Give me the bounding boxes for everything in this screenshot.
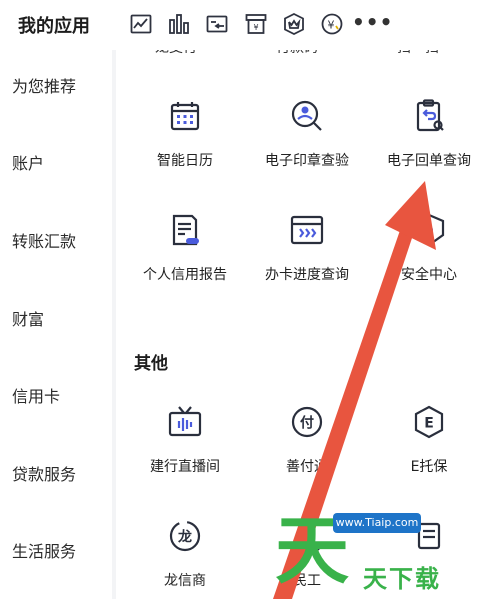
- app-tile-label: 建行直播间: [150, 459, 220, 475]
- svg-text:¥: ¥: [328, 19, 335, 32]
- app-tile-security-center[interactable]: 安全中心: [368, 212, 481, 312]
- receipt-search-icon: [411, 98, 447, 134]
- tv-live-icon: [167, 404, 203, 440]
- app-tile-e-tuobao[interactable]: E E托保: [368, 404, 481, 504]
- app-tile-label: 办卡进度查询: [265, 267, 349, 283]
- app-tile-label: 龙信商: [164, 573, 206, 589]
- card-progress-icon: [289, 212, 325, 248]
- app-tile-label: 个人信用报告: [143, 267, 227, 283]
- app-tile-credit-report[interactable]: 个人信用报告: [124, 212, 246, 312]
- app-header: 我的应用 ¥ ¥ •••: [0, 0, 481, 50]
- sidebar-item-account[interactable]: 账户: [12, 149, 108, 179]
- bill-icon[interactable]: ¥: [244, 12, 268, 36]
- app-tile-label: 善付通: [286, 459, 328, 475]
- svg-text:¥: ¥: [253, 23, 258, 32]
- crown-shield-icon[interactable]: [282, 12, 306, 36]
- app-tile-label: 智能日历: [157, 153, 213, 169]
- watermark-text: 天下载: [363, 565, 441, 593]
- app-tile-label: 安全中心: [401, 267, 457, 283]
- sidebar-item-loan[interactable]: 贷款服务: [12, 460, 108, 490]
- sidebar-item-recommend[interactable]: 为您推荐: [12, 72, 108, 102]
- app-tile-label: 电子印章查验: [265, 153, 349, 169]
- transfer-card-icon[interactable]: [205, 12, 229, 36]
- svg-text:付: 付: [300, 415, 314, 432]
- app-tile-longxinshang[interactable]: 龙 龙信商: [124, 518, 246, 599]
- sidebar-item-transfer[interactable]: 转账汇款: [12, 227, 108, 257]
- app-tile-smart-calendar[interactable]: 智能日历: [124, 98, 246, 198]
- svg-text:E: E: [424, 416, 434, 432]
- sidebar-item-wealth[interactable]: 财富: [12, 305, 108, 335]
- app-tile-live-room[interactable]: 建行直播间: [124, 404, 246, 504]
- app-tile-receipt-query[interactable]: 电子回单查询: [368, 98, 481, 198]
- bar-chart-icon[interactable]: [167, 12, 191, 36]
- yuan-coin-icon[interactable]: ¥: [320, 12, 344, 36]
- pay-badge-icon: 付: [289, 404, 325, 440]
- e-badge-icon: E: [411, 404, 447, 440]
- sidebar-divider: [112, 50, 116, 599]
- section-title-other: 其他: [134, 354, 168, 374]
- dragon-icon: 龙: [167, 518, 203, 554]
- category-sidebar: 为您推荐 账户 转账汇款 财富 信用卡 贷款服务 生活服务: [0, 50, 112, 599]
- app-tile-shanfutong[interactable]: 付 善付通: [246, 404, 368, 504]
- calendar-icon: [167, 98, 203, 134]
- watermark: 天 www.Tiaip.com 天下载: [275, 509, 475, 597]
- shield-icon: [411, 212, 447, 248]
- page-title: 我的应用: [18, 16, 90, 37]
- svg-text:龙: 龙: [177, 529, 192, 546]
- watermark-url: www.Tiaip.com: [333, 513, 421, 533]
- app-tile-card-progress[interactable]: 办卡进度查询: [246, 212, 368, 312]
- app-tile-label: E托保: [410, 459, 448, 475]
- more-button[interactable]: •••: [352, 10, 393, 34]
- credit-report-icon: [167, 212, 203, 248]
- sidebar-item-creditcard[interactable]: 信用卡: [12, 382, 108, 412]
- app-tile-label: 电子回单查询: [387, 153, 471, 169]
- app-tile-seal-verify[interactable]: 电子印章查验: [246, 98, 368, 198]
- seal-search-icon: [289, 98, 325, 134]
- chart-icon[interactable]: [129, 12, 153, 36]
- sidebar-item-life[interactable]: 生活服务: [12, 537, 108, 567]
